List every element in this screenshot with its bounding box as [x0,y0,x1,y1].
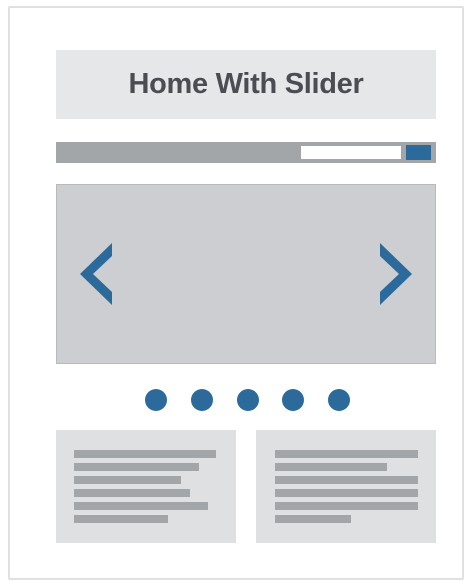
text-line-placeholder [275,463,387,471]
slider-dot-1[interactable] [145,389,167,411]
page-header: Home With Slider [56,50,436,119]
text-line-placeholder [74,502,208,510]
text-line-placeholder [275,476,418,484]
chevron-right-icon[interactable] [376,241,416,307]
search-input[interactable] [301,146,401,159]
text-line-placeholder [74,450,216,458]
slider-dot-3[interactable] [236,389,259,411]
page-title: Home With Slider [128,68,364,100]
text-line-placeholder [74,463,199,471]
content-card-left [56,430,236,543]
slider-dot-4[interactable] [282,389,305,411]
slider-dot-5[interactable] [328,389,350,411]
text-line-placeholder [275,515,351,523]
text-line-placeholder [74,489,190,497]
text-line-placeholder [275,450,418,458]
text-line-placeholder [74,515,168,523]
nav-bar [56,142,436,163]
image-slider [56,184,436,364]
chevron-left-icon[interactable] [76,241,116,307]
slider-pagination [145,389,350,411]
text-line-placeholder [275,489,418,497]
content-card-right [256,430,436,543]
search-button[interactable] [406,145,431,160]
text-line-placeholder [74,476,181,484]
slider-dot-2[interactable] [190,389,213,411]
text-line-placeholder [275,502,418,510]
